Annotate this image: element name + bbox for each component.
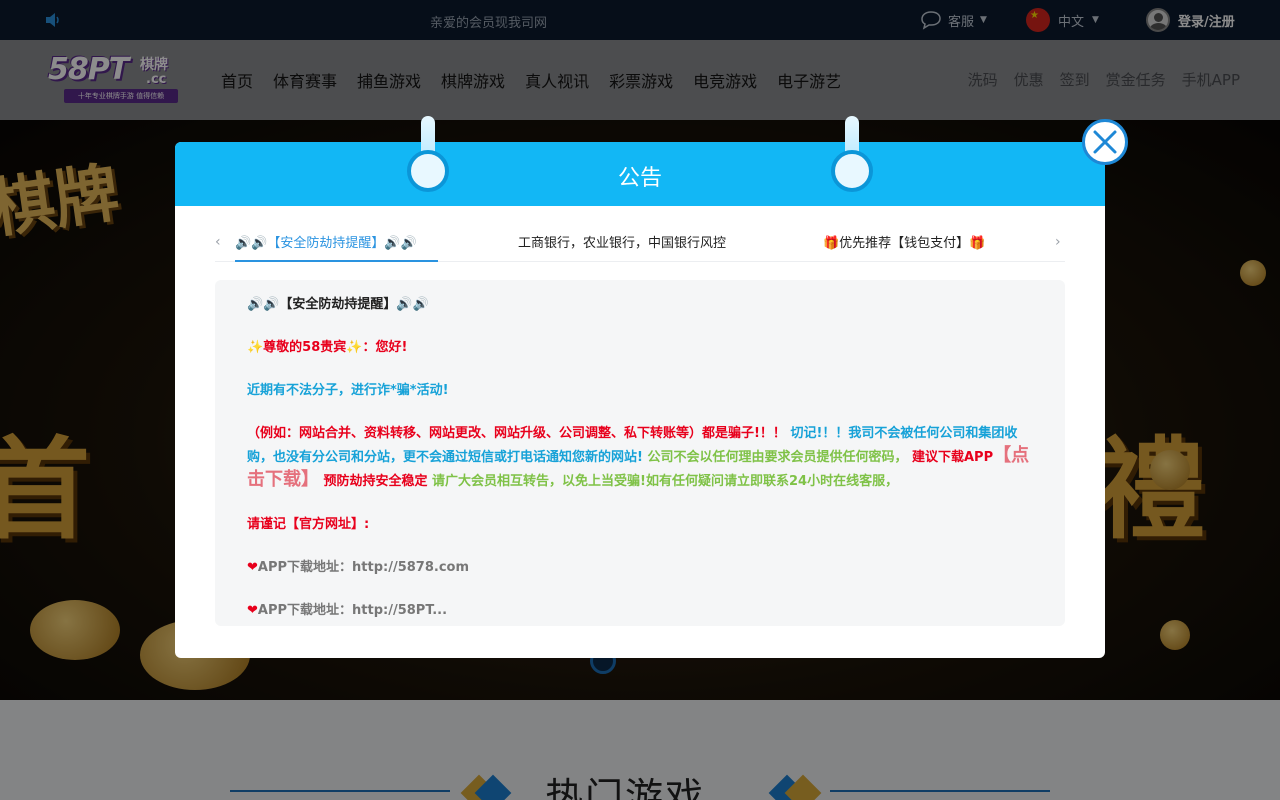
details-red: （例如：网站合并、资料转移、网站更改、网站升级、公司调整、私下转账等）都是骗子!… (247, 426, 786, 441)
heart-icon: ❤ (247, 560, 258, 575)
announcement-modal: 公告 ‹ 🔊🔊【安全防劫持提醒】🔊🔊 工商银行，农业银行，中国银行风控 🎁优先推… (175, 116, 1105, 658)
tab-security-reminder[interactable]: 🔊🔊【安全防劫持提醒】🔊🔊 (235, 232, 417, 251)
tab-bank-risk[interactable]: 工商银行，农业银行，中国银行风控 (518, 232, 726, 251)
details-download-tip: 建议下载APP (907, 450, 994, 465)
announcement-content[interactable]: 🔊🔊【安全防劫持提醒】🔊🔊 ✨尊敬的58贵宾✨：您好! 近期有不法分子，进行诈*… (215, 280, 1065, 626)
details-prevent: 预防劫持安全稳定 (319, 474, 428, 489)
modal-title: 公告 (617, 166, 662, 191)
close-icon (1093, 130, 1117, 154)
app-download-1-text: APP下载地址：http://5878.com (257, 560, 470, 575)
close-modal-button[interactable] (1082, 119, 1128, 165)
binder-ring-icon (829, 116, 875, 192)
modal-header: 公告 (175, 116, 1105, 206)
content-heading: 🔊🔊【安全防劫持提醒】🔊🔊 (247, 297, 429, 312)
active-tab-underline (235, 260, 438, 262)
app-download-1[interactable]: ❤APP下载地址：http://5878.com (247, 557, 1033, 579)
announcement-tabs: ‹ 🔊🔊【安全防劫持提醒】🔊🔊 工商银行，农业银行，中国银行风控 🎁优先推荐【钱… (215, 222, 1065, 262)
tab-wallet-pay[interactable]: 🎁优先推荐【钱包支付】🎁 (823, 232, 985, 251)
content-remember: 请谨记【官方网址】: (247, 517, 370, 532)
content-details: （例如：网站合并、资料转移、网站更改、网站升级、公司调整、私下转账等）都是骗子!… (247, 423, 1033, 493)
chevron-right-icon[interactable]: › (1055, 234, 1061, 250)
content-greeting: ✨尊敬的58贵宾✨：您好! (247, 340, 408, 355)
app-download-2[interactable]: ❤APP下载地址：http://58PT... (247, 600, 1033, 622)
content-warning: 近期有不法分子，进行诈*骗*活动! (247, 383, 449, 398)
app-download-2-text: APP下载地址：http://58PT... (257, 603, 448, 618)
heart-icon: ❤ (247, 603, 258, 618)
details-green: 公司不会以任何理由要求会员提供任何密码， (642, 450, 908, 465)
details-contact: 请广大会员相互转告，以免上当受骗!如有任何疑问请立即联系24小时在线客服， (427, 474, 899, 489)
chevron-left-icon[interactable]: ‹ (215, 234, 221, 250)
